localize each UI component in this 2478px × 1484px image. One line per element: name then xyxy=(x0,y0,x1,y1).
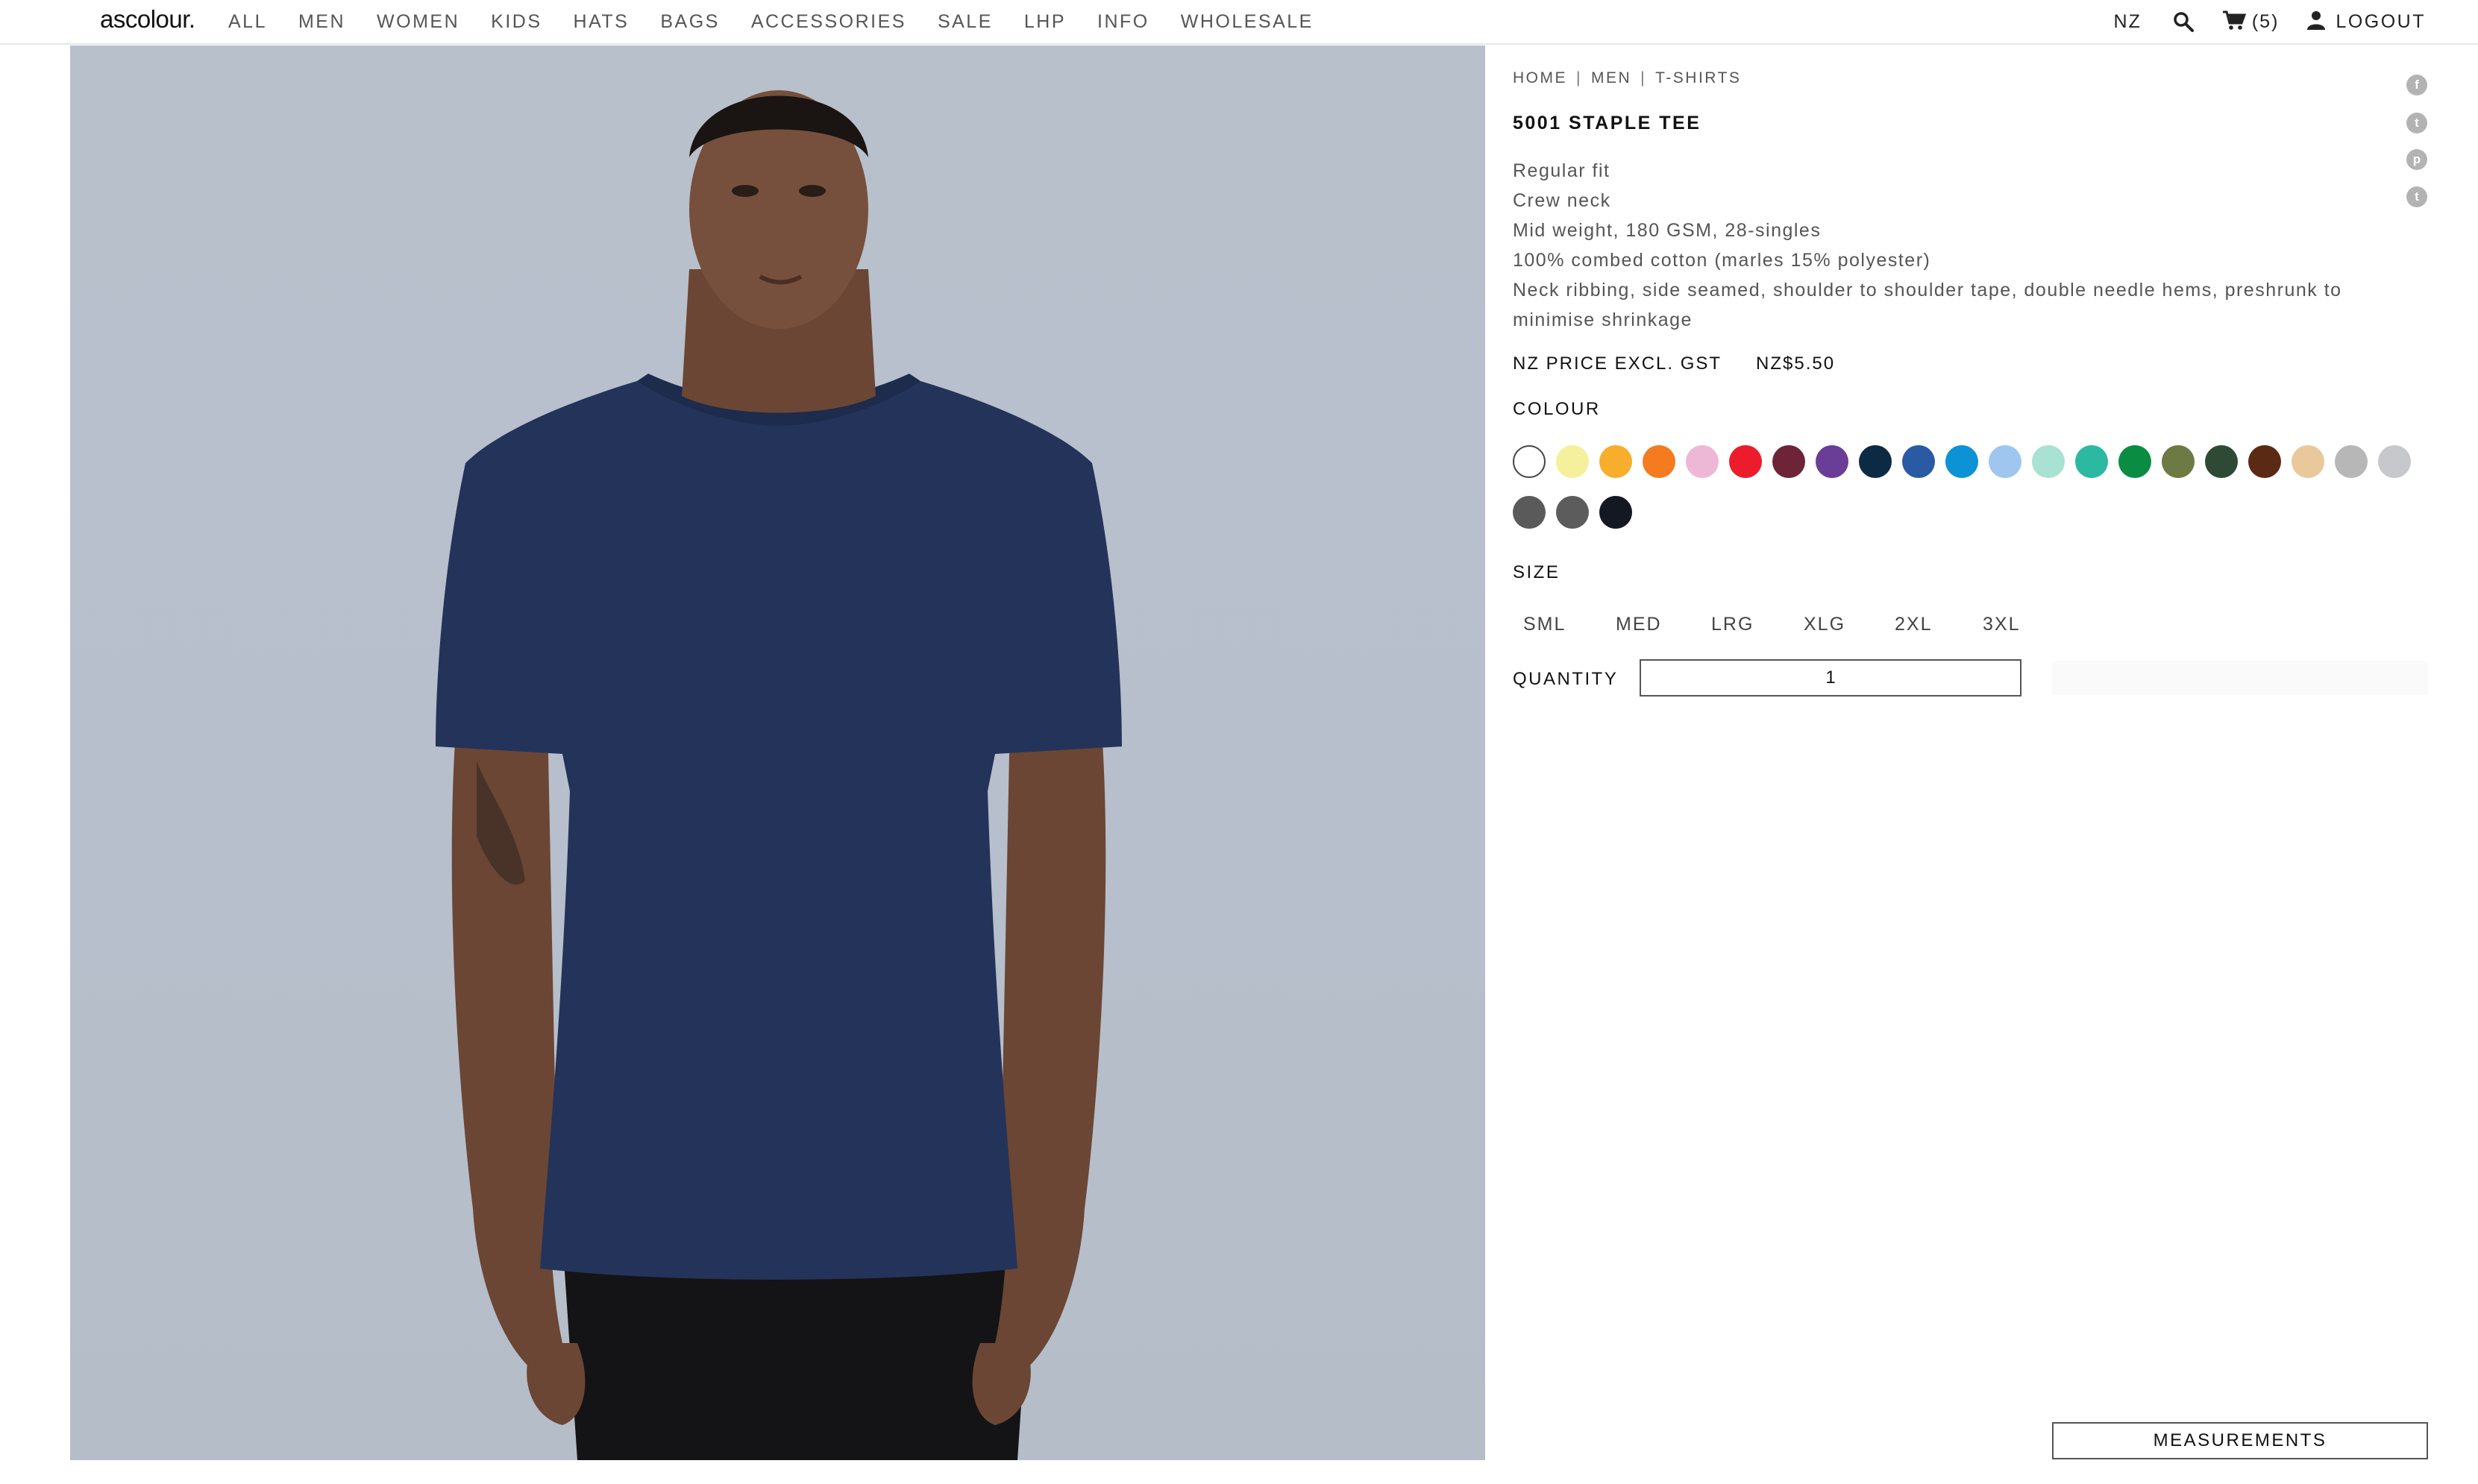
region-selector[interactable]: NZ xyxy=(2114,11,2142,33)
colour-swatch[interactable] xyxy=(1556,496,1589,529)
cart-count: (5) xyxy=(2251,10,2280,32)
product-image[interactable] xyxy=(70,45,1485,1460)
colour-swatch[interactable] xyxy=(2205,445,2238,478)
nav-wholesale[interactable]: WHOLESALE xyxy=(1181,10,1314,33)
nav-women[interactable]: WOMEN xyxy=(377,10,459,33)
colour-swatch[interactable] xyxy=(1686,445,1719,478)
colour-swatch[interactable] xyxy=(1513,445,1546,478)
tumblr-icon[interactable]: t xyxy=(2406,186,2427,207)
add-to-cart-button[interactable] xyxy=(2052,661,2428,695)
nav-kids[interactable]: KIDS xyxy=(491,10,542,33)
breadcrumb-home[interactable]: HOME xyxy=(1513,69,1567,87)
user-icon xyxy=(2307,10,2326,34)
size-label: SIZE xyxy=(1513,562,1560,582)
size-option-xlg[interactable]: XLG xyxy=(1804,614,1845,635)
nav-men[interactable]: MEN xyxy=(298,10,345,33)
search-icon[interactable] xyxy=(2173,11,2194,32)
colour-swatch[interactable] xyxy=(1729,445,1762,478)
breadcrumb: HOME | MEN | T-SHIRTS xyxy=(1513,69,1741,87)
feature-fit: Regular fit xyxy=(1513,160,1610,181)
pinterest-icon[interactable]: p xyxy=(2406,149,2427,170)
colour-swatch[interactable] xyxy=(1599,445,1632,478)
price-label: NZ PRICE EXCL. GST xyxy=(1513,353,1722,374)
colour-label: COLOUR xyxy=(1513,399,1601,419)
nav-hats[interactable]: HATS xyxy=(574,10,630,33)
feature-neck: Crew neck xyxy=(1513,190,1611,211)
colour-swatch[interactable] xyxy=(2075,445,2108,478)
feature-weight: Mid weight, 180 GSM, 28-singles xyxy=(1513,220,1822,241)
colour-swatch[interactable] xyxy=(2032,445,2065,478)
cart-button[interactable]: (5) xyxy=(2222,10,2280,34)
product-features: Regular fit Crew neck Mid weight, 180 GS… xyxy=(1513,156,2430,335)
colour-swatch[interactable] xyxy=(2335,445,2368,478)
logout-label: LOGOUT xyxy=(2336,10,2426,32)
breadcrumb-separator: | xyxy=(1576,69,1582,87)
nav-accessories[interactable]: ACCESSORIES xyxy=(751,10,906,33)
quantity-label: QUANTITY xyxy=(1513,669,1619,689)
size-option-med[interactable]: MED xyxy=(1616,614,1662,635)
colour-swatch[interactable] xyxy=(1902,445,1935,478)
colour-swatch[interactable] xyxy=(1643,445,1675,478)
feature-material: 100% combed cotton (marles 15% polyester… xyxy=(1513,250,1931,271)
colour-swatch[interactable] xyxy=(1599,496,1632,529)
colour-swatch[interactable] xyxy=(1556,445,1589,478)
quantity-input[interactable] xyxy=(1640,659,2021,697)
colour-swatch[interactable] xyxy=(1945,445,1978,478)
feature-construction: Neck ribbing, side seamed, shoulder to s… xyxy=(1513,280,2342,330)
nav-all[interactable]: ALL xyxy=(228,10,267,33)
size-option-lrg[interactable]: LRG xyxy=(1711,614,1754,635)
colour-swatch[interactable] xyxy=(1513,496,1546,529)
nav-lhp[interactable]: LHP xyxy=(1024,10,1066,33)
logout-button[interactable]: LOGOUT xyxy=(2307,10,2426,34)
size-option-2xl[interactable]: 2XL xyxy=(1895,614,1932,635)
top-navigation-bar: ascolour. ALL MEN WOMEN KIDS HATS BAGS A… xyxy=(0,0,2478,45)
colour-swatch[interactable] xyxy=(2292,445,2324,478)
facebook-icon[interactable]: f xyxy=(2406,75,2427,95)
measurements-button[interactable]: MEASUREMENTS xyxy=(2052,1422,2428,1459)
colour-swatch[interactable] xyxy=(2118,445,2151,478)
colour-swatch[interactable] xyxy=(1859,445,1892,478)
size-option-3xl[interactable]: 3XL xyxy=(1983,614,2020,635)
model-photo-illustration xyxy=(436,90,1122,1460)
colour-swatch[interactable] xyxy=(1989,445,2021,478)
brand-logo[interactable]: ascolour. xyxy=(100,4,195,34)
colour-swatch[interactable] xyxy=(1772,445,1805,478)
nav-sale[interactable]: SALE xyxy=(938,10,993,33)
twitter-icon[interactable]: t xyxy=(2406,113,2427,133)
colour-swatch[interactable] xyxy=(2378,445,2411,478)
header-actions: NZ (5) LOGOUT xyxy=(2114,9,2426,34)
price-row: NZ PRICE EXCL. GST NZ$5.50 xyxy=(1513,353,1835,374)
product-title: 5001 STAPLE TEE xyxy=(1513,113,1701,133)
breadcrumb-separator: | xyxy=(1640,69,1647,87)
price-value: NZ$5.50 xyxy=(1756,353,1836,374)
nav-bags[interactable]: BAGS xyxy=(660,10,719,33)
cart-icon xyxy=(2222,10,2247,34)
colour-swatch[interactable] xyxy=(1816,445,1848,478)
colour-swatch[interactable] xyxy=(2248,445,2281,478)
colour-swatch[interactable] xyxy=(2162,445,2195,478)
breadcrumb-t-shirts[interactable]: T-SHIRTS xyxy=(1655,69,1741,87)
breadcrumb-men[interactable]: MEN xyxy=(1591,69,1631,87)
nav-info[interactable]: INFO xyxy=(1097,10,1149,33)
product-details-panel: HOME | MEN | T-SHIRTS 5001 STAPLE TEE Re… xyxy=(1513,45,2430,1462)
size-option-sml[interactable]: SML xyxy=(1523,614,1566,635)
main-nav: ALL MEN WOMEN KIDS HATS BAGS ACCESSORIES… xyxy=(228,10,1345,33)
